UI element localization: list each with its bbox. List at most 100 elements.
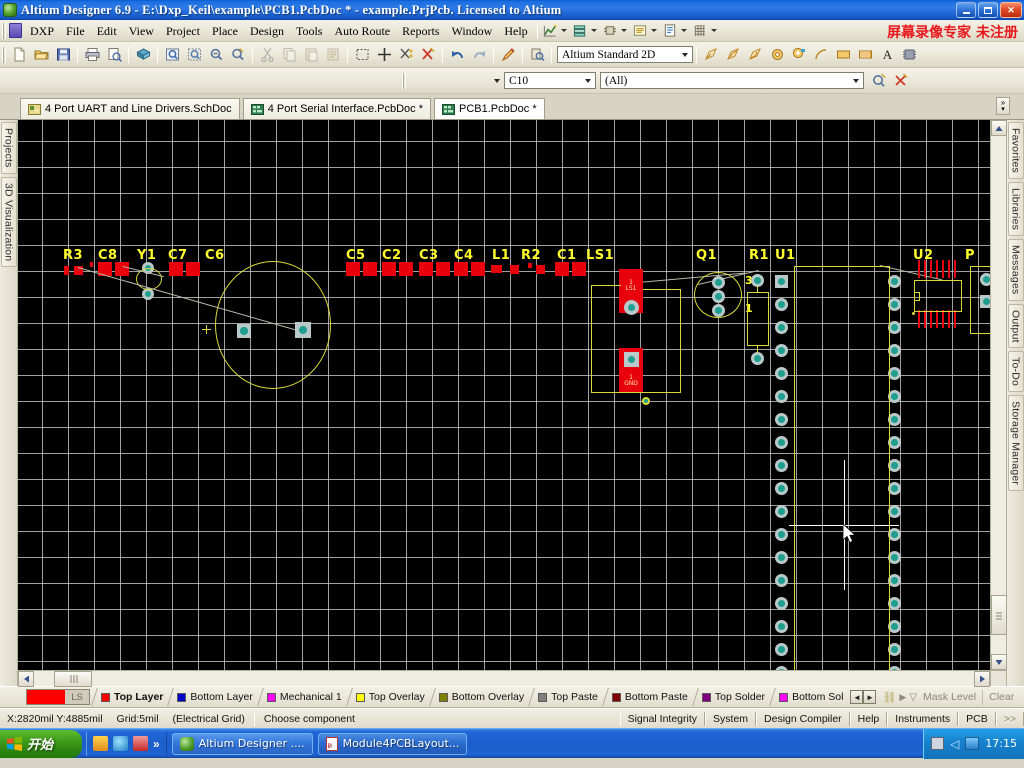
place-component-icon[interactable] (898, 44, 920, 66)
through-pad[interactable] (775, 321, 788, 334)
layer-chain-icon[interactable]: ⛓ (882, 691, 896, 704)
close-button[interactable]: ✕ (1000, 2, 1022, 18)
panel-button-signal-integrity[interactable]: Signal Integrity (619, 711, 706, 726)
smd-pad[interactable] (536, 265, 545, 274)
zoom-out-icon[interactable] (205, 44, 227, 66)
next-layer-button[interactable]: ► (863, 690, 877, 704)
panel-button-system[interactable]: System (705, 711, 757, 726)
find-similar-icon[interactable] (868, 70, 890, 92)
scroll-down-button[interactable] (991, 654, 1007, 670)
through-pad[interactable] (775, 367, 788, 380)
through-pad[interactable] (712, 290, 725, 303)
pcb-canvas[interactable]: R3 C8 Y1 C7 C6 C5 C2 C3 C4 L1 R2 C1 LS1 … (18, 120, 990, 670)
scroll-right-button[interactable] (974, 671, 990, 687)
prev-layer-button[interactable]: ◄ (850, 690, 864, 704)
browse-component-icon[interactable] (526, 44, 548, 66)
maximize-button[interactable] (978, 2, 998, 18)
smd-pad[interactable] (64, 266, 69, 275)
layer-tab-bottom-paste[interactable]: Bottom Paste (608, 687, 693, 707)
layer-tab-top-overlay[interactable]: Top Overlay (352, 687, 430, 707)
deselect-all-icon[interactable] (417, 44, 439, 66)
doc-tab-overflow-button[interactable]: » ▾ (996, 97, 1010, 115)
layer-tab-bottom-solder[interactable]: Bottom Sol (775, 687, 848, 707)
sidebar-item-favorites[interactable]: Favorites (1007, 122, 1024, 179)
filter-icon[interactable]: ▽ (909, 692, 917, 703)
list-icon[interactable] (632, 23, 660, 38)
copy-icon[interactable] (278, 44, 300, 66)
through-pad[interactable] (775, 620, 788, 633)
through-pad[interactable] (624, 352, 639, 367)
through-pad[interactable] (775, 390, 788, 403)
through-pad[interactable] (712, 304, 725, 317)
app-icon-3[interactable] (133, 736, 148, 751)
zoom-area-icon[interactable] (183, 44, 205, 66)
minimize-button[interactable] (956, 2, 976, 18)
scope-combo[interactable]: (All) (600, 72, 864, 89)
toolbar-grip[interactable] (2, 46, 6, 63)
scroll-up-button[interactable] (991, 120, 1007, 136)
panel-button-instruments[interactable]: Instruments (887, 711, 959, 726)
app-icon-1[interactable] (93, 736, 108, 751)
smd-pad[interactable] (363, 262, 377, 276)
smd-pad[interactable] (399, 262, 413, 276)
layer-tab-bottom-overlay[interactable]: Bottom Overlay (435, 687, 529, 707)
smd-pad[interactable] (471, 262, 485, 276)
canvas-horizontal-scrollbar[interactable] (18, 670, 990, 687)
mask-level-button[interactable]: Mask Level (917, 691, 982, 703)
panel-button-pcb[interactable]: PCB (958, 711, 996, 726)
smd-pad[interactable] (115, 262, 129, 276)
taskbar-item-altium[interactable]: Altium Designer .... (171, 732, 313, 755)
through-pad[interactable] (712, 276, 725, 289)
quick-launch-overflow[interactable]: » (153, 737, 160, 751)
print-preview-icon[interactable] (103, 44, 125, 66)
menu-item-dxp[interactable]: DXP (24, 22, 60, 40)
layer-tab-top-paste[interactable]: Top Paste (534, 687, 603, 707)
smd-pad[interactable] (510, 265, 519, 274)
menu-item-design[interactable]: Design (244, 22, 290, 40)
smd-pad[interactable] (419, 262, 433, 276)
through-pad[interactable] (237, 324, 251, 338)
through-pad[interactable] (751, 352, 764, 365)
menu-item-tools[interactable]: Tools (290, 22, 329, 40)
place-polygon-icon[interactable] (854, 44, 876, 66)
smd-pad[interactable] (528, 263, 532, 268)
through-pad[interactable] (980, 295, 990, 308)
doc-tab-pcb1-pcbdoc[interactable]: PCB1.PcbDoc * (433, 98, 545, 119)
doc-tab-schdoc[interactable]: 4 Port UART and Line Drivers.SchDoc (20, 98, 240, 119)
filter-toolbar-grip[interactable] (402, 72, 406, 89)
board-layers-icon[interactable] (572, 23, 600, 38)
panel-button-design-compiler[interactable]: Design Compiler (756, 711, 850, 726)
cut-icon[interactable] (256, 44, 278, 66)
undo-icon[interactable] (446, 44, 468, 66)
new-document-icon[interactable] (8, 44, 30, 66)
panel-overflow-button[interactable]: >> (995, 711, 1024, 726)
place-string-icon[interactable]: A (876, 44, 898, 66)
place-via-icon[interactable] (766, 44, 788, 66)
calculator-icon[interactable] (931, 737, 945, 750)
print-icon[interactable] (81, 44, 103, 66)
through-pad[interactable] (775, 275, 788, 288)
select-area-icon[interactable] (351, 44, 373, 66)
network-icon[interactable] (965, 737, 980, 750)
view-configuration-combo[interactable]: Altium Standard 2D (557, 46, 693, 63)
smd-pad[interactable] (436, 262, 450, 276)
through-pad[interactable] (980, 273, 990, 286)
doc-tab-serial-pcbdoc[interactable]: 4 Port Serial Interface.PcbDoc * (242, 98, 431, 119)
menu-item-file[interactable]: File (60, 22, 91, 40)
component-icon[interactable] (602, 23, 630, 38)
taskbar-item-module4pcblayout[interactable]: P Module4PCBLayout... (317, 732, 468, 755)
start-button[interactable]: 开始 (0, 729, 82, 758)
place-line-icon[interactable] (700, 44, 722, 66)
through-pad[interactable] (775, 643, 788, 656)
cross-probe-icon[interactable] (497, 44, 519, 66)
place-pad-icon[interactable] (788, 44, 810, 66)
through-pad[interactable] (624, 300, 639, 315)
paste-special-icon[interactable] (322, 44, 344, 66)
paste-icon[interactable] (300, 44, 322, 66)
through-pad[interactable] (775, 413, 788, 426)
canvas-vertical-scrollbar[interactable] (990, 120, 1007, 670)
clear-button[interactable]: Clear (983, 691, 1020, 703)
menu-item-edit[interactable]: Edit (91, 22, 123, 40)
through-pad[interactable] (775, 482, 788, 495)
sidebar-item-3d-visualization[interactable]: 3D Visualization (0, 176, 17, 267)
